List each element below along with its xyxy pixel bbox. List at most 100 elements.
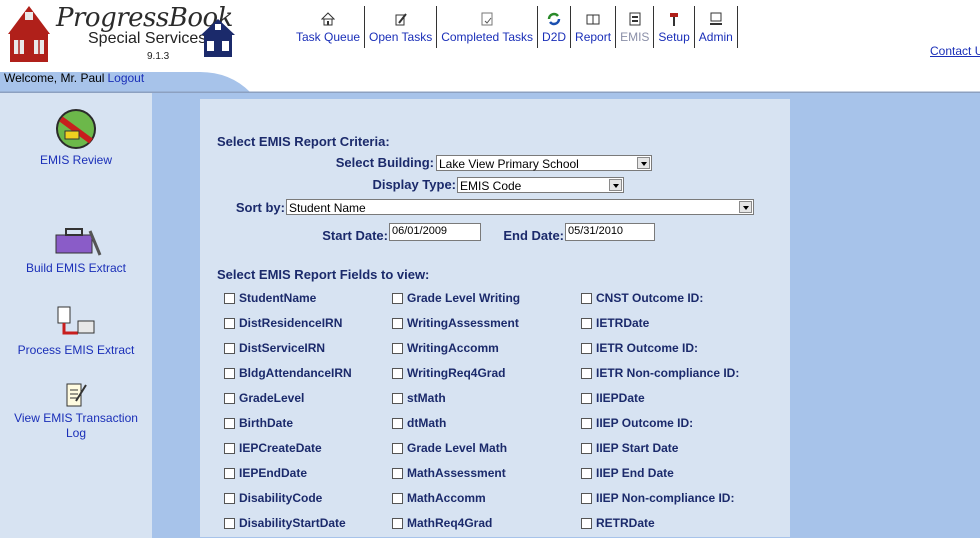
sort-by-select[interactable]: Student Name — [286, 199, 754, 215]
nav-admin-label: Admin — [698, 30, 733, 44]
chevron-down-icon — [609, 179, 622, 191]
field-checkbox-label: IIEP Start Date — [596, 441, 679, 455]
field-checkbox[interactable]: IIEPDate — [581, 391, 645, 405]
checkbox[interactable] — [581, 467, 592, 479]
nav-setup[interactable]: Setup — [654, 6, 695, 48]
checkbox[interactable] — [392, 417, 403, 429]
checkbox[interactable] — [392, 292, 403, 304]
field-checkbox[interactable]: RETRDate — [581, 516, 655, 530]
checkbox[interactable] — [224, 317, 235, 329]
field-checkbox[interactable]: IIEP End Date — [581, 466, 674, 480]
checkbox[interactable] — [392, 367, 403, 379]
checkbox[interactable] — [224, 442, 235, 454]
sidebar-item-label: View EMIS Transaction Log — [14, 411, 138, 440]
field-checkbox-label: stMath — [407, 391, 446, 405]
checkbox[interactable] — [224, 342, 235, 354]
start-date-input[interactable]: 06/01/2009 — [389, 223, 481, 241]
nav-report[interactable]: Report — [571, 6, 617, 48]
checkbox[interactable] — [224, 392, 235, 404]
checkbox[interactable] — [581, 392, 592, 404]
checkbox[interactable] — [392, 317, 403, 329]
checkbox[interactable] — [392, 442, 403, 454]
field-checkbox[interactable]: dtMath — [392, 416, 446, 430]
checkbox[interactable] — [224, 517, 235, 529]
nav-emis[interactable]: EMIS — [616, 6, 655, 48]
field-checkbox[interactable]: IIEP Start Date — [581, 441, 678, 455]
field-checkbox-label: DistResidenceIRN — [239, 316, 343, 330]
nav-task-queue[interactable]: Task Queue — [292, 6, 366, 48]
field-checkbox[interactable]: Grade Level Writing — [392, 291, 520, 305]
logout-link[interactable]: Logout — [107, 71, 144, 85]
field-checkbox[interactable]: IEPCreateDate — [224, 441, 322, 455]
checkbox[interactable] — [224, 367, 235, 379]
house-icon — [201, 19, 235, 57]
field-checkbox[interactable]: Grade Level Math — [392, 441, 507, 455]
field-checkbox[interactable]: WritingReq4Grad — [392, 366, 505, 380]
edit-icon — [392, 10, 410, 28]
field-checkbox[interactable]: DistServiceIRN — [224, 341, 325, 355]
checkbox[interactable] — [581, 317, 592, 329]
nav-completed-tasks[interactable]: Completed Tasks — [437, 6, 539, 48]
end-date-input[interactable]: 05/31/2010 — [565, 223, 655, 241]
nav-d2d-label: D2D — [542, 30, 567, 44]
sort-by-label: Sort by: — [235, 200, 285, 215]
field-checkbox[interactable]: BldgAttendanceIRN — [224, 366, 352, 380]
checkbox[interactable] — [581, 292, 592, 304]
field-checkbox[interactable]: IEPEndDate — [224, 466, 307, 480]
checkbox[interactable] — [581, 342, 592, 354]
field-checkbox-label: DisabilityStartDate — [239, 516, 346, 530]
nav-open-tasks[interactable]: Open Tasks — [365, 6, 438, 48]
field-checkbox-label: IETR Outcome ID: — [596, 341, 699, 355]
checkbox[interactable] — [224, 292, 235, 304]
checkbox[interactable] — [581, 442, 592, 454]
field-checkbox-label: WritingReq4Grad — [407, 366, 506, 380]
checkbox[interactable] — [392, 392, 403, 404]
field-checkbox[interactable]: WritingAssessment — [392, 316, 519, 330]
nav-admin[interactable]: Admin — [695, 6, 738, 48]
checkbox[interactable] — [224, 492, 235, 504]
field-checkbox[interactable]: CNST Outcome ID: — [581, 291, 703, 305]
hammer-icon — [665, 10, 683, 28]
field-checkbox[interactable]: MathAssessment — [392, 466, 506, 480]
field-checkbox[interactable]: IETR Non-compliance ID: — [581, 366, 739, 380]
checkbox[interactable] — [581, 417, 592, 429]
field-checkbox[interactable]: MathReq4Grad — [392, 516, 492, 530]
nav-setup-label: Setup — [658, 30, 690, 44]
field-checkbox[interactable]: BirthDate — [224, 416, 293, 430]
field-checkbox[interactable]: WritingAccomm — [392, 341, 499, 355]
checkbox[interactable] — [392, 342, 403, 354]
field-checkbox-label: IIEPDate — [596, 391, 645, 405]
field-checkbox[interactable]: IIEP Non-compliance ID: — [581, 491, 734, 505]
field-checkbox[interactable]: DisabilityStartDate — [224, 516, 346, 530]
field-checkbox[interactable]: IETRDate — [581, 316, 649, 330]
checkbox[interactable] — [392, 517, 403, 529]
checkbox[interactable] — [224, 417, 235, 429]
checkbox[interactable] — [392, 467, 403, 479]
checkbox[interactable] — [581, 367, 592, 379]
field-checkbox[interactable]: StudentName — [224, 291, 316, 305]
field-checkbox[interactable]: DisabilityCode — [224, 491, 322, 505]
display-type-select[interactable]: EMIS Code — [457, 177, 624, 193]
sidebar-item-process-emis-extract[interactable]: Process EMIS Extract — [0, 305, 152, 357]
nav-d2d[interactable]: D2D — [538, 6, 572, 48]
field-checkbox[interactable]: GradeLevel — [224, 391, 304, 405]
contact-link[interactable]: Contact Us — [930, 44, 980, 58]
field-checkbox-label: DisabilityCode — [239, 491, 323, 505]
field-checkbox[interactable]: DistResidenceIRN — [224, 316, 342, 330]
sidebar-item-view-emis-transaction-log[interactable]: View EMIS Transaction Log — [0, 381, 152, 441]
sidebar-item-emis-review[interactable]: EMIS Review — [0, 107, 152, 167]
toolbox-icon — [55, 228, 102, 256]
checkbox[interactable] — [581, 492, 592, 504]
field-checkbox[interactable]: MathAccomm — [392, 491, 486, 505]
building-select[interactable]: Lake View Primary School — [436, 155, 652, 171]
checkbox[interactable] — [392, 492, 403, 504]
field-checkbox[interactable]: IIEP Outcome ID: — [581, 416, 693, 430]
refresh-icon — [545, 10, 563, 28]
nav-emis-label: EMIS — [620, 30, 650, 44]
checkbox[interactable] — [224, 467, 235, 479]
sidebar-item-build-emis-extract[interactable]: Build EMIS Extract — [0, 221, 152, 275]
field-checkbox[interactable]: IETR Outcome ID: — [581, 341, 698, 355]
end-date-label: End Date: — [503, 228, 564, 243]
checkbox[interactable] — [581, 517, 592, 529]
field-checkbox[interactable]: stMath — [392, 391, 446, 405]
